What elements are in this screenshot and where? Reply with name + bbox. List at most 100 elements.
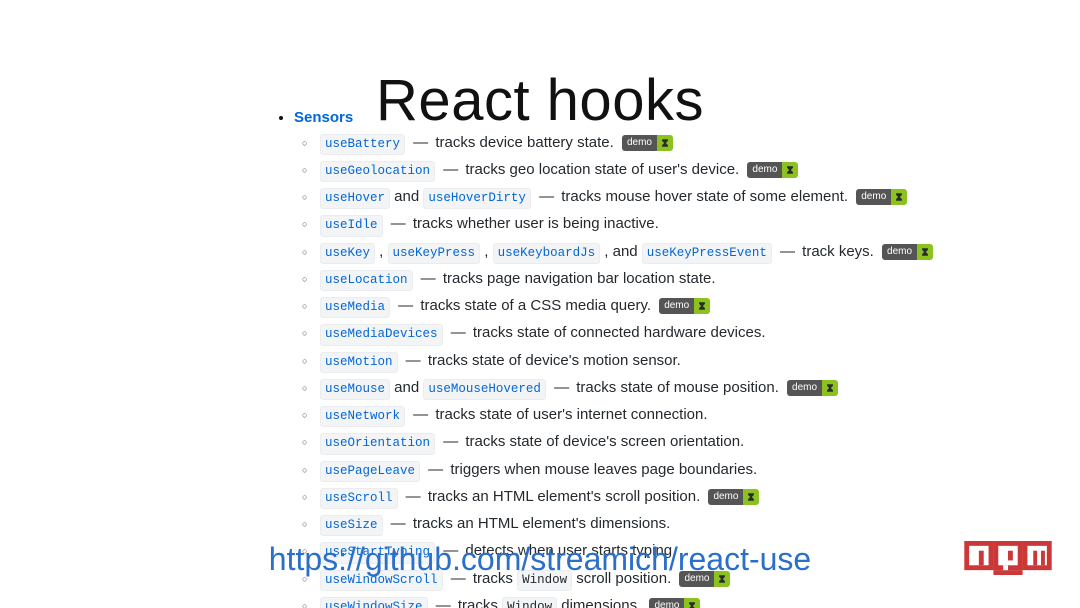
list-item: useKey , useKeyPress , useKeyboardJs , a… [320, 242, 996, 264]
hook-link[interactable]: useMediaDevices [320, 324, 443, 345]
demo-badge-label: demo [882, 244, 917, 260]
demo-badge-label: demo [747, 162, 782, 178]
hook-link[interactable]: usePageLeave [320, 461, 420, 482]
separator: — [409, 134, 432, 151]
demo-badge-icon [822, 380, 838, 396]
description-text: tracks state of user's internet connecti… [435, 406, 707, 423]
demo-badge[interactable]: demo [622, 135, 673, 151]
demo-badge[interactable]: demo [882, 244, 933, 260]
demo-badge[interactable]: demo [856, 189, 907, 205]
description-text: tracks geo location state of user's devi… [465, 161, 739, 178]
hook-link[interactable]: useHover [320, 188, 390, 209]
hook-link[interactable]: useOrientation [320, 433, 435, 454]
demo-badge[interactable]: demo [787, 380, 838, 396]
demo-badge-label: demo [856, 189, 891, 205]
list-item: useSize — tracks an HTML element's dimen… [320, 514, 996, 536]
connector: , [375, 243, 388, 260]
hook-link[interactable]: useNetwork [320, 406, 405, 427]
separator: — [432, 597, 455, 608]
list-item: useGeolocation — tracks geo location sta… [320, 160, 996, 182]
description-text: tracks state of mouse position. [576, 379, 779, 396]
hook-link[interactable]: useKeyboardJs [493, 243, 601, 264]
description-text: tracks an HTML element's scroll position… [428, 488, 700, 505]
section-item: Sensors useBattery — tracks device batte… [294, 108, 996, 608]
hook-link[interactable]: useWindowSize [320, 597, 428, 608]
separator: — [409, 406, 432, 423]
description-text: tracks an HTML element's dimensions. [413, 515, 670, 532]
separator: — [387, 215, 410, 232]
demo-badge-label: demo [659, 298, 694, 314]
demo-badge-icon [657, 135, 673, 151]
hooks-list: useBattery — tracks device battery state… [298, 133, 996, 608]
separator: — [387, 515, 410, 532]
hook-link[interactable]: useSize [320, 515, 383, 536]
description-text: track keys. [802, 243, 874, 260]
separator: — [439, 433, 462, 450]
hook-link[interactable]: useBattery [320, 134, 405, 155]
description-text: triggers when mouse leaves page boundari… [450, 461, 757, 478]
demo-badge-icon [684, 598, 700, 608]
connector: and [390, 379, 423, 396]
slide: React hooks Sensors useBattery — tracks … [0, 0, 1080, 608]
demo-badge-label: demo [622, 135, 657, 151]
inline-code: Window [502, 597, 557, 608]
footer-link[interactable]: https://github.com/streamich/react-use [0, 541, 1080, 578]
demo-badge-label: demo [649, 598, 684, 608]
hook-link[interactable]: useScroll [320, 488, 398, 509]
list-item: useMotion — tracks state of device's mot… [320, 351, 996, 373]
list-item: useLocation — tracks page navigation bar… [320, 269, 996, 291]
demo-badge[interactable]: demo [708, 489, 759, 505]
npm-logo [964, 541, 1052, 580]
hook-link[interactable]: useIdle [320, 215, 383, 236]
hook-link[interactable]: useKey [320, 243, 375, 264]
separator: — [402, 352, 425, 369]
list-item: useMediaDevices — tracks state of connec… [320, 323, 996, 345]
description-text: tracks state of device's screen orientat… [465, 433, 744, 450]
list-item: useWindowSize — tracks Window dimensions… [320, 596, 996, 608]
hook-link[interactable]: useMedia [320, 297, 390, 318]
demo-badge-icon [917, 244, 933, 260]
separator: — [535, 188, 558, 205]
separator: — [776, 243, 799, 260]
hook-link[interactable]: useMouse [320, 379, 390, 400]
section-heading[interactable]: Sensors [294, 109, 353, 126]
hook-link[interactable]: useMotion [320, 352, 398, 373]
separator: — [394, 297, 417, 314]
section-list: Sensors useBattery — tracks device batte… [276, 108, 996, 608]
list-item: useHover and useHoverDirty — tracks mous… [320, 187, 996, 209]
description-text: tracks state of device's motion sensor. [428, 352, 681, 369]
separator: — [447, 324, 470, 341]
description-text: tracks [458, 597, 502, 608]
list-item: useMouse and useMouseHovered — tracks st… [320, 378, 996, 400]
list-item: usePageLeave — triggers when mouse leave… [320, 460, 996, 482]
separator: — [417, 270, 440, 287]
separator: — [550, 379, 573, 396]
list-item: useOrientation — tracks state of device'… [320, 432, 996, 454]
content-block: Sensors useBattery — tracks device batte… [276, 108, 996, 608]
description-text: tracks device battery state. [435, 134, 613, 151]
description-text: tracks state of connected hardware devic… [473, 324, 766, 341]
description-text: tracks mouse hover state of some element… [561, 188, 848, 205]
hook-link[interactable]: useGeolocation [320, 161, 435, 182]
connector: , and [600, 243, 642, 260]
hook-link[interactable]: useKeyPressEvent [642, 243, 772, 264]
demo-badge[interactable]: demo [747, 162, 798, 178]
demo-badge-icon [891, 189, 907, 205]
separator: — [402, 488, 425, 505]
description-text: tracks whether user is being inactive. [413, 215, 659, 232]
demo-badge-label: demo [787, 380, 822, 396]
connector: , [480, 243, 493, 260]
hook-link[interactable]: useMouseHovered [423, 379, 546, 400]
list-item: useNetwork — tracks state of user's inte… [320, 405, 996, 427]
description-text: dimensions. [557, 597, 641, 608]
hook-link[interactable]: useLocation [320, 270, 413, 291]
description-text: tracks page navigation bar location stat… [443, 270, 716, 287]
demo-badge[interactable]: demo [649, 598, 700, 608]
description-text: tracks state of a CSS media query. [420, 297, 651, 314]
hook-link[interactable]: useHoverDirty [423, 188, 531, 209]
hook-link[interactable]: useKeyPress [388, 243, 481, 264]
demo-badge-label: demo [708, 489, 743, 505]
demo-badge[interactable]: demo [659, 298, 710, 314]
list-item: useIdle — tracks whether user is being i… [320, 214, 996, 236]
demo-badge-icon [782, 162, 798, 178]
